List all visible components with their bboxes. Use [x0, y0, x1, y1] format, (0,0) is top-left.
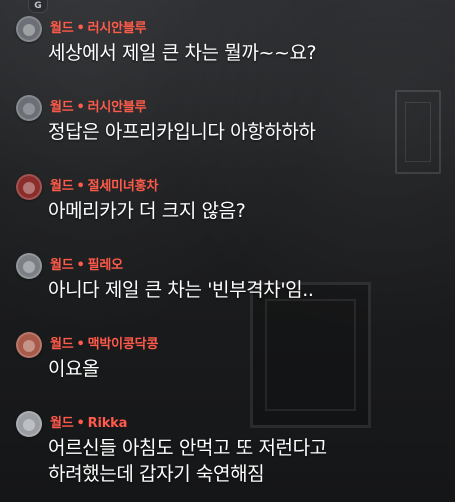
sender-tag: 월드 • 맥박이콩닥콩 — [50, 333, 158, 352]
sender-name[interactable]: 절세미녀홍차 — [88, 179, 159, 194]
sender-rank: 월드 — [50, 100, 74, 115]
sender-tag: 월드 • Rikka — [50, 412, 127, 431]
chat-message: 월드 • 맥박이콩닥콩 이요올 — [0, 324, 455, 384]
sender-tag: 월드 • 러시안블루 — [50, 96, 147, 115]
sender-rank: 월드 — [50, 337, 74, 352]
sender-rank: 월드 — [50, 179, 74, 194]
chat-overlay: G 월드 • 러시안블루 세상에서 제일 큰 차는 뭘까~~요? 월드 • 러시안블루 … — [0, 0, 455, 502]
sender-rank: 월드 — [50, 258, 74, 273]
sender-separator: • — [76, 416, 85, 431]
sender-name[interactable]: 필레오 — [88, 258, 123, 273]
sender-name[interactable]: 러시안블루 — [88, 100, 147, 115]
chat-message: 월드 • Rikka 어르신들 아침도 안먹고 또 저런다고 하려했는데 갑자기 숙… — [0, 403, 455, 498]
chat-message: 월드 • 러시안블루 세상에서 제일 큰 차는 뭘까~~요? — [0, 8, 455, 68]
user-avatar-icon[interactable] — [16, 174, 42, 200]
message-text: 세상에서 제일 큰 차는 뭘까~~요? — [48, 42, 317, 64]
sender-tag: 월드 • 필레오 — [50, 254, 123, 273]
message-text-line-1: 어르신들 아침도 안먹고 또 저런다고 — [48, 437, 327, 459]
sender-separator: • — [76, 100, 85, 115]
sender-name[interactable]: Rikka — [88, 416, 128, 431]
user-avatar-icon[interactable] — [16, 332, 42, 358]
sender-separator: • — [76, 179, 85, 194]
message-text: 아니다 제일 큰 차는 '빈부격차'임.. — [48, 279, 314, 301]
user-avatar-icon[interactable] — [16, 411, 42, 437]
chat-message: 월드 • 절세미녀홍차 아메리카가 더 크지 않음? — [0, 166, 455, 226]
sender-rank: 월드 — [50, 416, 74, 431]
message-text: 이요올 — [48, 358, 100, 380]
sender-separator: • — [76, 337, 85, 352]
sender-rank: 월드 — [50, 21, 74, 36]
message-text: 정답은 아프리카입니다 아항하하하 — [48, 121, 316, 143]
sender-name[interactable]: 맥박이콩닥콩 — [88, 337, 159, 352]
user-avatar-icon[interactable] — [16, 253, 42, 279]
sender-separator: • — [76, 258, 85, 273]
user-avatar-icon[interactable] — [16, 16, 42, 42]
user-avatar-icon[interactable] — [16, 95, 42, 121]
chat-message: 월드 • 필레오 아니다 제일 큰 차는 '빈부격차'임.. — [0, 245, 455, 305]
chat-message: 월드 • 러시안블루 정답은 아프리카입니다 아항하하하 — [0, 87, 455, 147]
sender-tag: 월드 • 절세미녀홍차 — [50, 175, 158, 194]
sender-tag: 월드 • 러시안블루 — [50, 17, 147, 36]
message-text: 아메리카가 더 크지 않음? — [48, 200, 246, 222]
sender-name[interactable]: 러시안블루 — [88, 21, 147, 36]
sender-separator: • — [76, 21, 85, 36]
message-text-line-2: 하려했는데 갑자기 숙연해짐 — [48, 463, 265, 485]
